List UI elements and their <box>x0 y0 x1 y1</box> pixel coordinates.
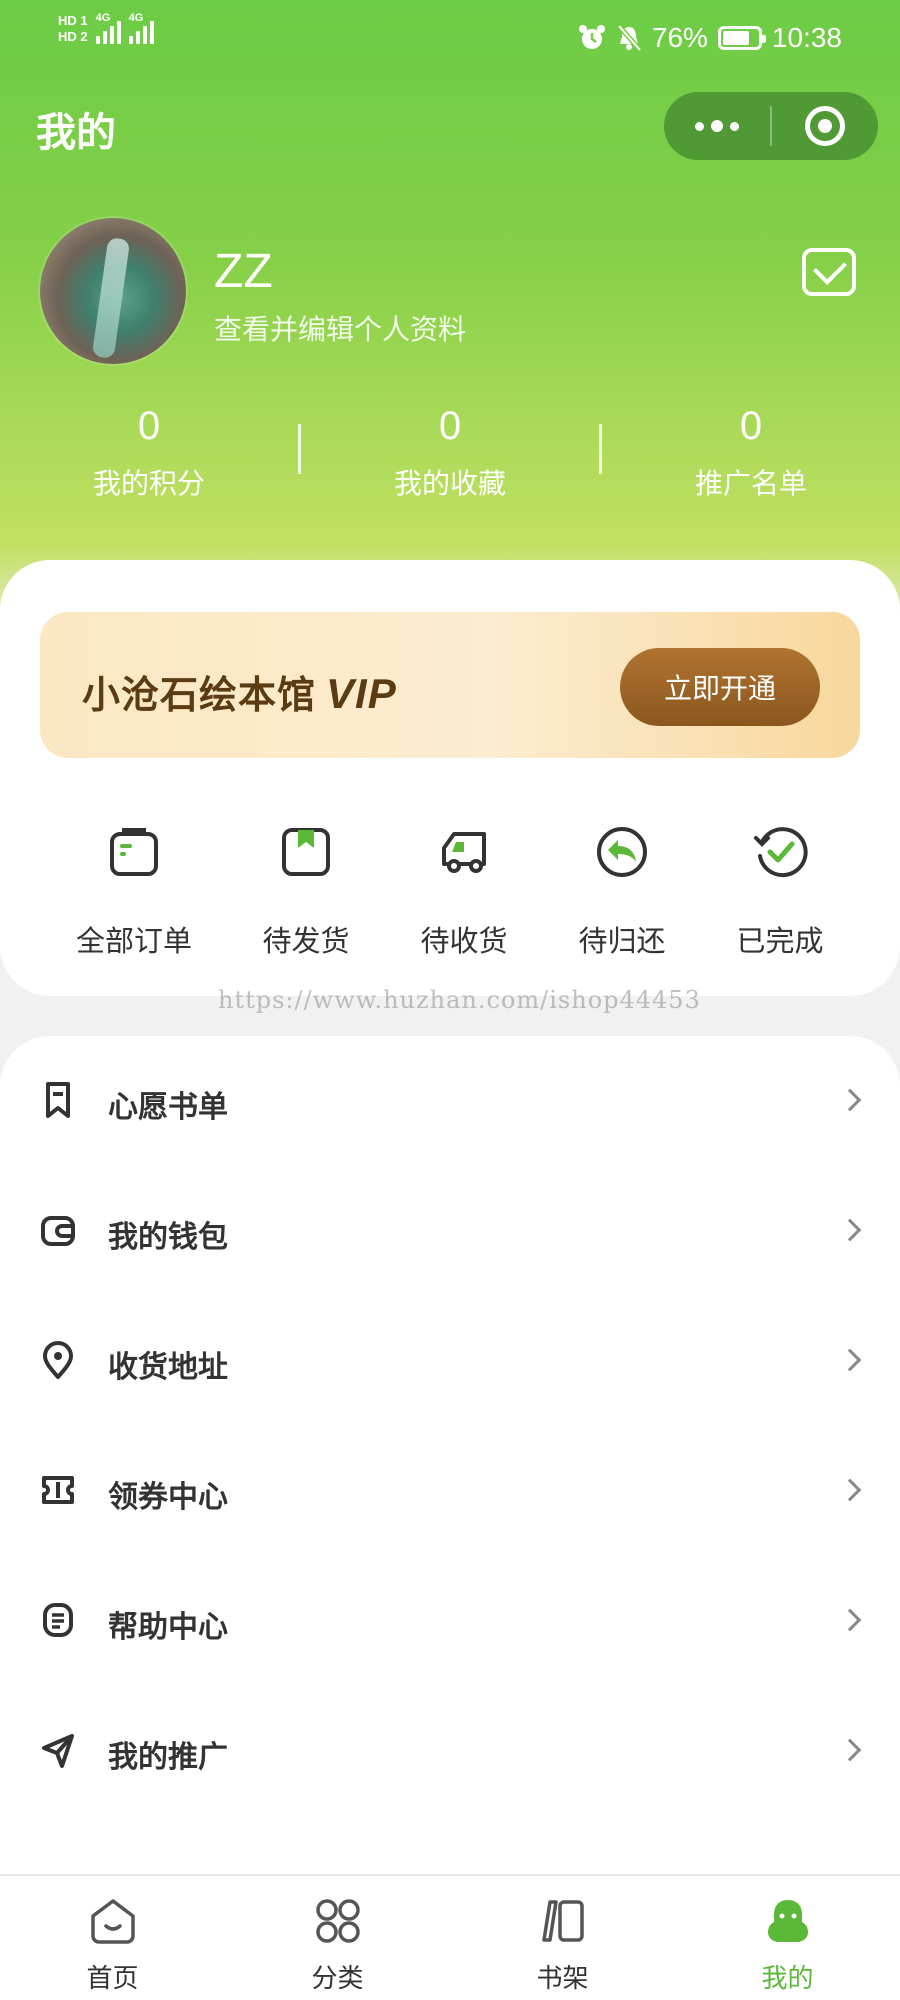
vip-banner[interactable]: 小沧石绘本馆 VIP 立即开通 <box>40 612 860 758</box>
document-icon <box>43 1603 73 1637</box>
order-shortcuts: 全部订单 待发货 待收货 待归还 已完成 <box>0 818 900 958</box>
bottom-tab-bar: 首页 分类 书架 我的 <box>0 1874 900 2000</box>
sim2-label: HD 2 <box>58 29 88 44</box>
menu-promotion-label: 我的推广 <box>108 1740 228 1775</box>
bag-icon <box>110 828 158 876</box>
chevron-right-icon <box>838 1218 862 1242</box>
miniprogram-capsule <box>664 92 878 160</box>
send-icon <box>42 1734 74 1768</box>
page-title: 我的 <box>36 110 116 156</box>
more-dot-icon <box>695 121 704 131</box>
check-circle-icon <box>754 827 808 878</box>
signal-group: HD 1 HD 2 4G 4G <box>58 12 154 44</box>
chevron-right-icon <box>838 1478 862 1502</box>
order-completed[interactable]: 已完成 <box>700 818 860 960</box>
menu-wishlist-label: 心愿书单 <box>108 1090 228 1125</box>
alarm-icon <box>578 25 605 49</box>
close-miniprogram-button[interactable] <box>772 106 878 146</box>
order-to-receive[interactable]: 待收货 <box>384 818 544 960</box>
menu-help[interactable]: 帮助中心 <box>0 1556 900 1686</box>
sim-labels: HD 1 HD 2 <box>58 14 88 44</box>
coupon-icon <box>42 1476 74 1504</box>
stat-points-label: 我的积分 <box>92 467 205 500</box>
menu-coupons-label: 领券中心 <box>108 1480 228 1515</box>
vip-title-text: 小沧石绘本馆 <box>82 673 317 717</box>
edit-profile-link[interactable]: 查看并编辑个人资料 <box>214 308 466 348</box>
order-completed-label: 已完成 <box>736 924 824 958</box>
order-to-return[interactable]: 待归还 <box>542 818 702 960</box>
tab-home-label: 首页 <box>86 1964 139 1994</box>
stats-row: 0 我的积分 0 我的收藏 0 推广名单 <box>0 400 900 510</box>
stat-referrals-label: 推广名单 <box>694 467 807 500</box>
user-icon <box>767 1900 808 1942</box>
more-dot-icon <box>730 121 739 131</box>
wallet-icon <box>41 1216 75 1246</box>
menu-wishlist[interactable]: 心愿书单 <box>0 1036 900 1166</box>
return-icon <box>597 827 647 877</box>
menu-promotion[interactable]: 我的推广 <box>0 1686 900 1816</box>
stat-points[interactable]: 0 我的积分 <box>0 400 298 510</box>
chevron-right-icon <box>838 1348 862 1372</box>
chevron-right-icon <box>838 1738 862 1762</box>
menu-address-label: 收货地址 <box>108 1350 228 1385</box>
vip-title: 小沧石绘本馆 VIP <box>82 664 397 719</box>
stat-referrals-value: 0 <box>739 404 763 448</box>
grid-icon <box>315 1899 360 1943</box>
username[interactable]: ZZ <box>214 244 273 299</box>
stat-favorites[interactable]: 0 我的收藏 <box>301 400 599 510</box>
order-all-label: 全部订单 <box>75 924 192 958</box>
network-1-label: 4G <box>95 12 111 24</box>
stat-points-value: 0 <box>137 404 161 448</box>
tab-bookshelf[interactable]: 书架 <box>450 1876 675 2000</box>
order-to-receive-label: 待收货 <box>420 924 508 958</box>
location-icon <box>43 1341 73 1379</box>
menu-address[interactable]: 收货地址 <box>0 1296 900 1426</box>
tab-bookshelf-label: 书架 <box>536 1964 589 1994</box>
tab-category-label: 分类 <box>311 1964 364 1994</box>
battery-icon <box>717 26 766 50</box>
truck-icon <box>442 832 486 873</box>
tab-home[interactable]: 首页 <box>0 1876 225 2000</box>
battery-percent: 76% <box>651 22 708 53</box>
bookshelf-icon <box>541 1900 584 1942</box>
stat-referrals[interactable]: 0 推广名单 <box>602 400 900 510</box>
message-icon[interactable] <box>802 248 856 296</box>
status-right: 76% 10:38 <box>578 22 842 54</box>
bookmark-icon <box>46 1082 70 1118</box>
tab-mine[interactable]: 我的 <box>675 1876 900 2000</box>
order-all[interactable]: 全部订单 <box>54 818 214 960</box>
order-to-ship[interactable]: 待发货 <box>226 818 386 960</box>
stat-favorites-label: 我的收藏 <box>393 467 506 500</box>
menu-coupons[interactable]: 领券中心 <box>0 1426 900 1556</box>
tab-mine-label: 我的 <box>761 1964 814 1994</box>
chevron-right-icon <box>838 1088 862 1112</box>
status-bar: HD 1 HD 2 4G 4G 76% 10:38 <box>0 0 900 80</box>
tab-category[interactable]: 分类 <box>225 1876 450 2000</box>
activate-vip-button[interactable]: 立即开通 <box>620 648 820 726</box>
signal-2-icon: 4G <box>128 12 154 44</box>
sim1-label: HD 1 <box>58 13 88 28</box>
clock: 10:38 <box>771 22 842 53</box>
order-to-return-label: 待归还 <box>578 924 666 958</box>
watermark: https://www.huzhan.com/ishop44453 <box>218 986 701 1014</box>
menu-wallet-label: 我的钱包 <box>108 1220 228 1255</box>
stat-favorites-value: 0 <box>438 404 462 448</box>
menu-help-label: 帮助中心 <box>108 1610 228 1645</box>
avatar-image <box>91 237 131 359</box>
target-icon <box>805 106 845 146</box>
signal-1-icon: 4G <box>95 12 121 44</box>
menu-card: 心愿书单 我的钱包 收货地址 领券中心 帮助中心 我的推广 <box>0 1036 900 2000</box>
bell-muted-icon <box>616 24 642 52</box>
vip-badge: VIP <box>326 670 397 717</box>
menu-wallet[interactable]: 我的钱包 <box>0 1166 900 1296</box>
chevron-right-icon <box>838 1608 862 1632</box>
network-2-label: 4G <box>128 12 144 24</box>
more-dot-icon <box>711 120 723 132</box>
home-icon <box>90 1899 135 1944</box>
avatar[interactable] <box>40 218 186 364</box>
order-to-ship-label: 待发货 <box>262 924 350 958</box>
package-icon <box>282 828 330 876</box>
battery-fill <box>722 31 749 45</box>
more-options-button[interactable] <box>664 92 770 160</box>
